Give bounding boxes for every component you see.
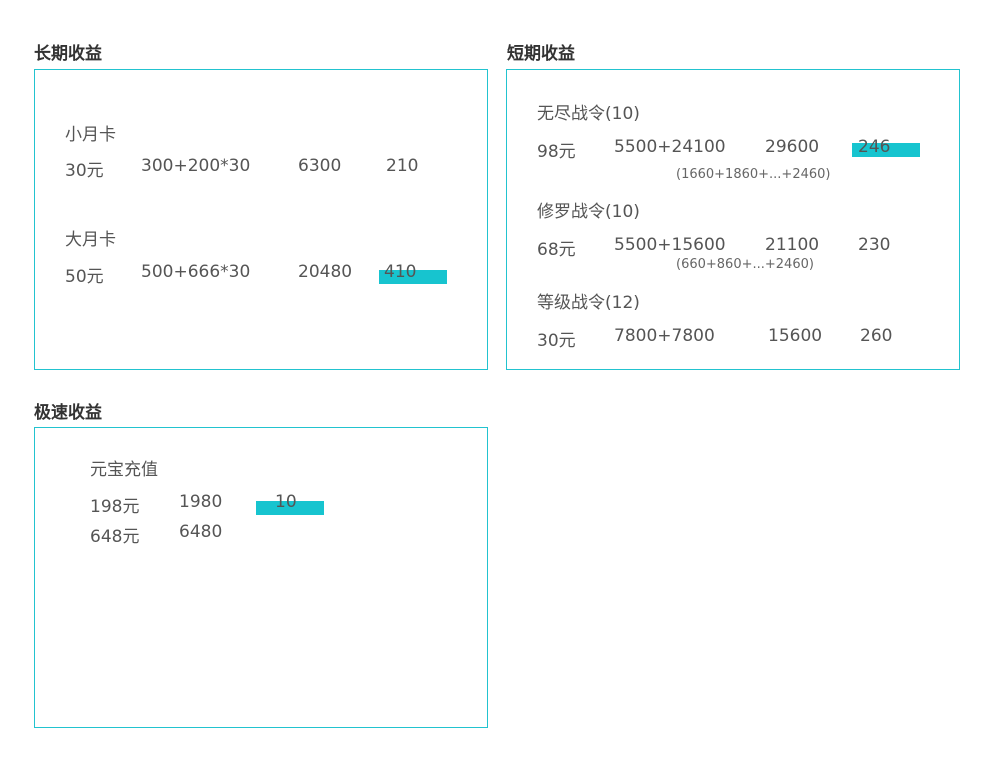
- endless-pass-name: 无尽战令(10): [537, 104, 640, 124]
- shura-pass-note: (660+860+...+2460): [676, 257, 814, 272]
- shura-pass-total: 21100: [765, 235, 820, 255]
- topup-row1-ratio: 10: [275, 492, 297, 512]
- small-card-total: 6300: [298, 156, 342, 176]
- topup-row2-amount: 6480: [179, 522, 223, 542]
- long-term-panel: 小月卡 30元 300+200*30 6300 210 大月卡 50元 500+…: [34, 69, 488, 370]
- shura-pass-name: 修罗战令(10): [537, 202, 640, 222]
- small-card-formula: 300+200*30: [141, 156, 251, 176]
- short-term-panel: 无尽战令(10) 98元 5500+24100 29600 246 (1660+…: [506, 69, 960, 370]
- small-card-price: 30元: [65, 161, 104, 181]
- fast-title: 极速收益: [34, 403, 102, 423]
- level-pass-ratio: 260: [860, 326, 893, 346]
- endless-pass-note: (1660+1860+...+2460): [676, 167, 831, 182]
- endless-pass-ratio: 246: [858, 137, 891, 157]
- level-pass-total: 15600: [768, 326, 823, 346]
- topup-row2-price: 648元: [90, 527, 140, 547]
- big-card-name: 大月卡: [65, 230, 116, 250]
- endless-pass-formula: 5500+24100: [614, 137, 726, 157]
- topup-name: 元宝充值: [90, 460, 158, 480]
- big-card-total: 20480: [298, 262, 353, 282]
- shura-pass-ratio: 230: [858, 235, 891, 255]
- big-card-ratio: 410: [384, 262, 417, 282]
- topup-row1-amount: 1980: [179, 492, 223, 512]
- small-card-ratio: 210: [386, 156, 419, 176]
- long-term-title: 长期收益: [34, 44, 102, 64]
- level-pass-price: 30元: [537, 331, 576, 351]
- small-card-name: 小月卡: [65, 125, 116, 145]
- shura-pass-formula: 5500+15600: [614, 235, 726, 255]
- shura-pass-price: 68元: [537, 240, 576, 260]
- big-card-price: 50元: [65, 267, 104, 287]
- fast-panel: 元宝充值 198元 1980 10 648元 6480: [34, 427, 488, 728]
- endless-pass-total: 29600: [765, 137, 820, 157]
- short-term-title: 短期收益: [507, 44, 575, 64]
- topup-row1-price: 198元: [90, 497, 140, 517]
- level-pass-formula: 7800+7800: [614, 326, 715, 346]
- big-card-formula: 500+666*30: [141, 262, 251, 282]
- level-pass-name: 等级战令(12): [537, 293, 640, 313]
- endless-pass-price: 98元: [537, 142, 576, 162]
